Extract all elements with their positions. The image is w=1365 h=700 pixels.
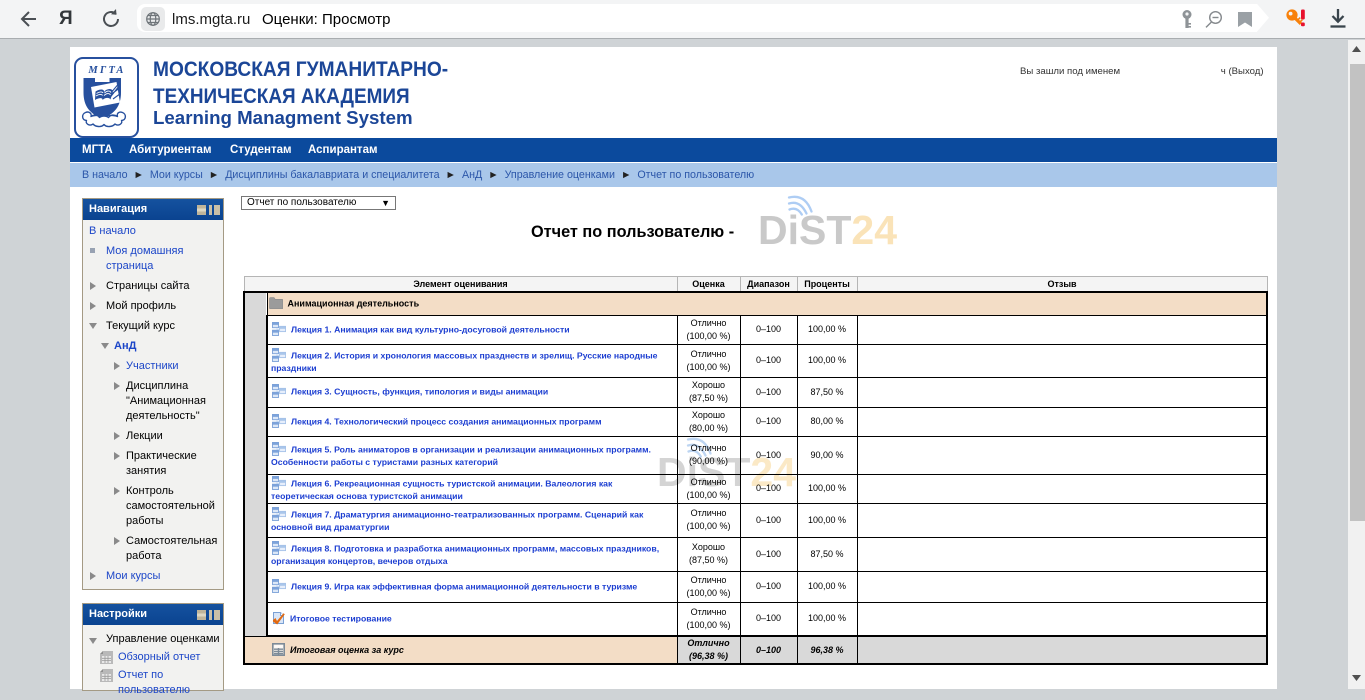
svg-text:МГТА: МГТА <box>87 65 125 76</box>
